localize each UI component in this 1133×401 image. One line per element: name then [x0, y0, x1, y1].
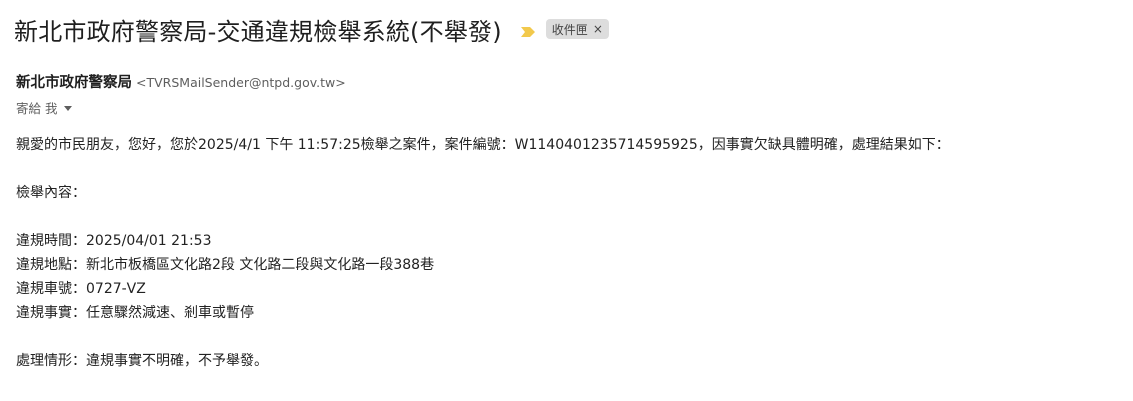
chevron-down-icon[interactable] [64, 105, 73, 111]
remove-label-icon[interactable]: × [593, 22, 603, 36]
email-body: 親愛的市民朋友，您好，您於2025/4/1 下午 11:57:25檢舉之案件，案… [16, 133, 1116, 373]
result-line: 處理情形：違規事實不明確，不予舉發。 [16, 353, 268, 369]
sender-name[interactable]: 新北市政府警察局 [16, 71, 132, 92]
inbox-label-chip[interactable]: 收件匣 × [545, 19, 609, 39]
sender-email: <TVRSMailSender@ntpd.gov.tw> [136, 75, 346, 90]
violation-location-line: 違規地點：新北市板橋區文化路2段 文化路二段與文化路一段388巷 [16, 257, 435, 273]
greeting-line: 親愛的市民朋友，您好，您於2025/4/1 下午 11:57:25檢舉之案件，案… [16, 137, 950, 153]
importance-marker-shape [520, 27, 535, 37]
recipient-details-toggle[interactable]: 寄給 我 [16, 98, 73, 116]
inbox-label-text: 收件匣 [551, 22, 588, 37]
email-subject-row: 新北市政府警察局-交通違規檢舉系統(不舉發) 收件匣 × [14, 10, 609, 48]
content-heading: 檢舉內容： [16, 185, 86, 201]
violation-plate-line: 違規車號：0727-VZ [16, 281, 146, 297]
email-subject: 新北市政府警察局-交通違規檢舉系統(不舉發) [14, 17, 502, 46]
importance-marker-icon[interactable] [520, 23, 536, 37]
violation-time-line: 違規時間：2025/04/01 21:53 [16, 233, 212, 249]
violation-fact-line: 違規事實：任意驟然減速、剎車或暫停 [16, 305, 254, 321]
sender-row: 新北市政府警察局 <TVRSMailSender@ntpd.gov.tw> [16, 71, 346, 93]
recipient-text: 寄給 我 [16, 100, 58, 116]
